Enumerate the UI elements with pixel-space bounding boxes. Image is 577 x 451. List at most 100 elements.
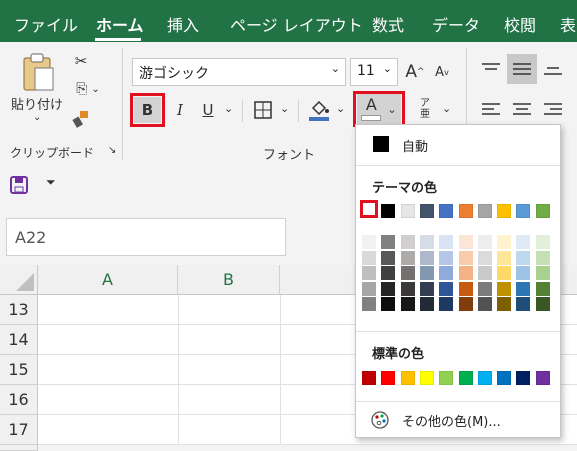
more-colors-item[interactable]: その他の色(M)... bbox=[360, 407, 556, 433]
theme-shade-swatch[interactable] bbox=[477, 266, 492, 280]
theme-color-swatch[interactable] bbox=[497, 204, 512, 218]
customize-qat-icon[interactable]: ⏷ bbox=[46, 175, 56, 190]
theme-shade-swatch[interactable] bbox=[439, 266, 454, 280]
theme-shade-swatch[interactable] bbox=[458, 281, 473, 296]
name-box[interactable]: A22 bbox=[6, 218, 286, 256]
theme-shade-swatch[interactable] bbox=[362, 281, 376, 296]
save-button[interactable] bbox=[8, 174, 30, 196]
paste-chevron-icon[interactable]: ⌄ bbox=[33, 112, 41, 123]
paste-button[interactable] bbox=[18, 52, 58, 92]
theme-color-swatch[interactable] bbox=[360, 200, 378, 218]
theme-shade-swatch[interactable] bbox=[458, 235, 473, 249]
underline-chevron-icon[interactable]: ⌄ bbox=[224, 102, 233, 115]
theme-shade-swatch[interactable] bbox=[477, 281, 492, 296]
font-name-box[interactable]: 游ゴシック ⌄ bbox=[132, 58, 346, 86]
tab-view[interactable]: 表 bbox=[560, 12, 576, 36]
standard-color-swatch[interactable] bbox=[439, 371, 454, 385]
copy-button[interactable]: ⎘ ⌄ bbox=[68, 78, 108, 100]
fill-color-button[interactable] bbox=[306, 95, 332, 125]
theme-shade-swatch[interactable] bbox=[362, 266, 376, 280]
column-header-b[interactable]: B bbox=[178, 265, 280, 294]
standard-color-swatch[interactable] bbox=[381, 371, 396, 385]
tab-review[interactable]: 校閲 bbox=[504, 12, 536, 36]
theme-shade-swatch[interactable] bbox=[439, 297, 454, 311]
theme-shade-swatch[interactable] bbox=[419, 266, 434, 280]
theme-shade-swatch[interactable] bbox=[477, 235, 492, 249]
theme-shade-swatch[interactable] bbox=[535, 250, 550, 265]
phonetic-button[interactable]: ア 亜 bbox=[414, 94, 436, 124]
theme-shade-swatch[interactable] bbox=[381, 266, 396, 280]
theme-shade-swatch[interactable] bbox=[400, 266, 415, 280]
clipboard-launcher-icon[interactable]: ↘ bbox=[108, 145, 116, 156]
standard-color-swatch[interactable] bbox=[497, 371, 512, 385]
theme-shade-swatch[interactable] bbox=[497, 297, 512, 311]
align-left-button[interactable] bbox=[478, 97, 504, 123]
align-right-button[interactable] bbox=[540, 97, 566, 123]
align-center-button[interactable] bbox=[509, 97, 535, 123]
theme-shade-swatch[interactable] bbox=[381, 250, 396, 265]
theme-color-swatch[interactable] bbox=[516, 204, 531, 218]
theme-shade-swatch[interactable] bbox=[497, 281, 512, 296]
row-header[interactable]: 14 bbox=[0, 325, 38, 355]
theme-shade-swatch[interactable] bbox=[535, 266, 550, 280]
theme-shade-swatch[interactable] bbox=[535, 235, 550, 249]
borders-chevron-icon[interactable]: ⌄ bbox=[280, 102, 289, 115]
tab-home[interactable]: ホーム bbox=[96, 12, 144, 36]
theme-shade-swatch[interactable] bbox=[516, 235, 531, 249]
italic-button[interactable]: I bbox=[168, 97, 192, 123]
align-middle-button[interactable] bbox=[507, 54, 537, 84]
theme-shade-swatch[interactable] bbox=[362, 250, 376, 265]
standard-color-swatch[interactable] bbox=[419, 371, 434, 385]
font-size-box[interactable]: 11 ⌄ bbox=[350, 58, 398, 86]
standard-color-swatch[interactable] bbox=[516, 371, 531, 385]
grow-font-button[interactable]: A ^ bbox=[402, 58, 428, 86]
theme-shade-swatch[interactable] bbox=[458, 266, 473, 280]
shrink-font-button[interactable]: Av bbox=[430, 58, 454, 86]
theme-color-swatch[interactable] bbox=[439, 204, 454, 218]
theme-shade-swatch[interactable] bbox=[535, 281, 550, 296]
borders-button[interactable] bbox=[250, 97, 276, 123]
tab-file[interactable]: ファイル bbox=[14, 12, 78, 36]
theme-color-swatch[interactable] bbox=[381, 204, 396, 218]
theme-shade-swatch[interactable] bbox=[535, 297, 550, 311]
row-header[interactable]: 16 bbox=[0, 385, 38, 415]
theme-shade-swatch[interactable] bbox=[516, 297, 531, 311]
align-bottom-button[interactable] bbox=[540, 56, 566, 82]
standard-color-swatch[interactable] bbox=[535, 371, 550, 385]
column-header-a[interactable]: A bbox=[38, 265, 178, 294]
theme-shade-swatch[interactable] bbox=[477, 250, 492, 265]
underline-button[interactable]: U bbox=[196, 97, 220, 123]
theme-shade-swatch[interactable] bbox=[400, 281, 415, 296]
theme-color-swatch[interactable] bbox=[419, 204, 434, 218]
theme-shade-swatch[interactable] bbox=[516, 266, 531, 280]
tab-page-layout[interactable]: ページ レイアウト bbox=[230, 12, 363, 36]
theme-shade-swatch[interactable] bbox=[497, 250, 512, 265]
standard-color-swatch[interactable] bbox=[458, 371, 473, 385]
theme-shade-swatch[interactable] bbox=[458, 250, 473, 265]
theme-shade-swatch[interactable] bbox=[381, 281, 396, 296]
tab-insert[interactable]: 挿入 bbox=[167, 12, 199, 36]
theme-shade-swatch[interactable] bbox=[439, 281, 454, 296]
cut-button[interactable]: ✂ bbox=[70, 50, 92, 72]
theme-shade-swatch[interactable] bbox=[439, 235, 454, 249]
phonetic-chevron-icon[interactable]: ⌄ bbox=[442, 102, 451, 115]
fill-chevron-icon[interactable]: ⌄ bbox=[336, 102, 345, 115]
standard-color-swatch[interactable] bbox=[362, 371, 376, 385]
theme-color-swatch[interactable] bbox=[477, 204, 492, 218]
standard-color-swatch[interactable] bbox=[400, 371, 415, 385]
theme-shade-swatch[interactable] bbox=[381, 297, 396, 311]
theme-color-swatch[interactable] bbox=[458, 204, 473, 218]
align-top-button[interactable] bbox=[478, 56, 504, 82]
theme-shade-swatch[interactable] bbox=[458, 297, 473, 311]
theme-shade-swatch[interactable] bbox=[362, 297, 376, 311]
theme-shade-swatch[interactable] bbox=[497, 266, 512, 280]
theme-shade-swatch[interactable] bbox=[439, 250, 454, 265]
theme-shade-swatch[interactable] bbox=[477, 297, 492, 311]
tab-formulas[interactable]: 数式 bbox=[372, 12, 404, 36]
bold-button[interactable]: B bbox=[134, 97, 161, 123]
font-color-button[interactable]: A ⌄ bbox=[357, 94, 401, 124]
row-header[interactable]: 13 bbox=[0, 295, 38, 325]
theme-shade-swatch[interactable] bbox=[381, 235, 396, 249]
theme-shade-swatch[interactable] bbox=[419, 250, 434, 265]
automatic-color-item[interactable]: 自動 bbox=[360, 133, 556, 157]
